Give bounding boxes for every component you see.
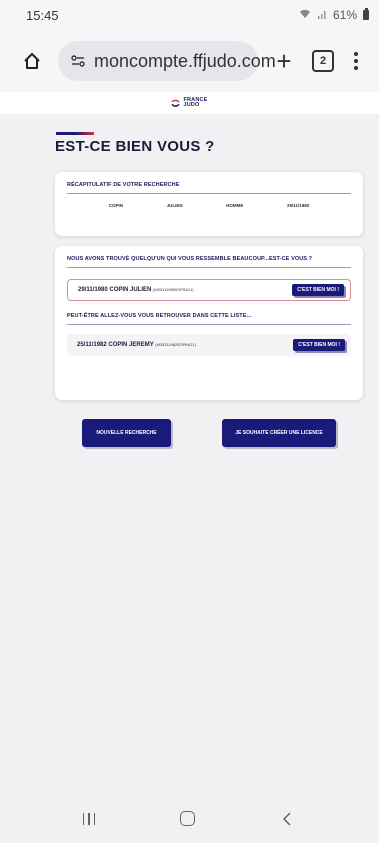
divider	[67, 267, 351, 268]
site-settings-icon[interactable]	[70, 53, 86, 69]
system-nav-bar	[0, 794, 379, 843]
list-item: 25/11/1982 COPIN JEREMY (M251119820OPINO…	[67, 334, 351, 356]
tabs-count: 2	[319, 55, 327, 67]
more-icon[interactable]	[354, 52, 358, 70]
results-card: NOUS AVONS TROUVÉ QUELQU'UN QUI VOUS RES…	[55, 246, 363, 400]
logo-line2: JUDO	[183, 102, 200, 108]
home-button-icon[interactable]	[180, 811, 196, 826]
match-name: 29/11/1980 COPIN JULIEN	[78, 287, 152, 293]
confirm-identity-button[interactable]: C'EST BIEN MOI !	[293, 339, 345, 351]
summary-nom: COPIN	[108, 203, 124, 208]
summary-sexe: HOMME	[226, 203, 244, 208]
battery-level: 61%	[332, 8, 357, 22]
battery-icon	[363, 8, 369, 20]
wifi-icon	[299, 9, 311, 22]
france-judo-logo[interactable]: FRANCE JUDO	[171, 97, 207, 109]
summary-prenom: JULIEN	[166, 203, 183, 208]
match-result-row: 29/11/1980 COPIN JULIEN (M291119800OPINO…	[67, 279, 351, 301]
summary-date: 29/11/1980	[286, 203, 310, 208]
alt-name: 25/11/1982 COPIN JEREMY	[77, 342, 154, 348]
create-licence-button[interactable]: JE SOUHAITE CRÉER UNE LICENCE	[222, 419, 336, 447]
summary-heading: RÉCAPITULATIF DE VOTRE RECHERCHE	[67, 182, 180, 188]
status-time: 15:45	[26, 7, 59, 23]
divider	[67, 324, 351, 325]
site-header: FRANCE JUDO	[0, 92, 379, 114]
alt-name-wrap: 25/11/1982 COPIN JEREMY (M251119820OPINO…	[77, 342, 196, 348]
match-heading: NOUS AVONS TROUVÉ QUELQU'UN QUI VOUS RES…	[67, 256, 313, 262]
tabs-icon[interactable]: 2	[312, 50, 334, 72]
back-icon[interactable]	[280, 811, 296, 827]
search-summary-card: RÉCAPITULATIF DE VOTRE RECHERCHE COPIN J…	[55, 172, 363, 236]
main-content: EST-CE BIEN VOUS ? RÉCAPITULATIF DE VOTR…	[0, 114, 379, 794]
status-bar: 15:45 61%	[0, 0, 379, 30]
alt-code: (M251119820OPINO1)	[155, 342, 196, 347]
status-icons: 61%	[299, 8, 369, 22]
address-bar[interactable]: moncompte.ffjudo.com	[58, 41, 276, 81]
browser-toolbar: moncompte.ffjudo.com + 2	[0, 30, 379, 92]
match-code: (M291119800OPINO1)	[153, 287, 194, 292]
divider	[67, 193, 351, 194]
logo-mark-icon	[171, 99, 181, 107]
alt-heading: PEUT-ÊTRE ALLEZ-VOUS VOUS RETROUVER DANS…	[67, 313, 252, 319]
new-search-button[interactable]: NOUVELLE RECHERCHE	[82, 419, 171, 447]
page-title: EST-CE BIEN VOUS ?	[55, 138, 215, 155]
summary-values: COPIN JULIEN HOMME 29/11/1980	[67, 203, 351, 208]
plus-icon[interactable]: +	[272, 46, 296, 77]
signal-icon	[317, 9, 327, 22]
url-text: moncompte.ffjudo.com	[94, 50, 276, 71]
confirm-identity-button[interactable]: C'EST BIEN MOI !	[292, 284, 344, 296]
match-name-wrap: 29/11/1980 COPIN JULIEN (M291119800OPINO…	[78, 287, 194, 293]
recents-icon[interactable]	[82, 812, 96, 825]
title-accent-bar	[56, 132, 94, 135]
home-icon[interactable]	[20, 49, 44, 73]
